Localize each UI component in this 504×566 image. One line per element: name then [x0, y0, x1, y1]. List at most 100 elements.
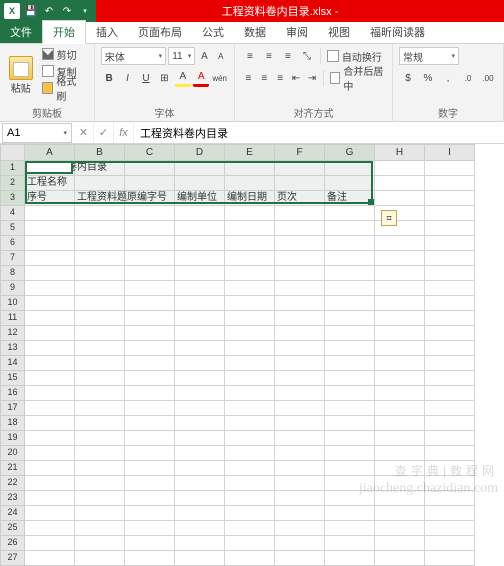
- row-header[interactable]: 3: [0, 191, 25, 206]
- cell[interactable]: [375, 311, 425, 326]
- cell[interactable]: [375, 341, 425, 356]
- select-all-corner[interactable]: [0, 144, 25, 161]
- column-header[interactable]: H: [375, 144, 425, 161]
- cell[interactable]: [325, 521, 375, 536]
- cell[interactable]: [425, 416, 475, 431]
- indent-dec-button[interactable]: ⇤: [289, 69, 304, 87]
- cell[interactable]: [175, 506, 225, 521]
- cell[interactable]: [375, 191, 425, 206]
- cell[interactable]: [125, 281, 175, 296]
- cell[interactable]: [125, 446, 175, 461]
- cell[interactable]: [175, 176, 225, 191]
- cell[interactable]: [275, 491, 325, 506]
- cell[interactable]: [75, 431, 125, 446]
- font-color-button[interactable]: A: [193, 69, 209, 87]
- cell[interactable]: [25, 326, 75, 341]
- qat-more-icon[interactable]: ▾: [78, 4, 92, 18]
- cell[interactable]: [75, 221, 125, 236]
- cut-button[interactable]: 剪切: [40, 46, 88, 62]
- cell[interactable]: [125, 221, 175, 236]
- cell[interactable]: [75, 491, 125, 506]
- cell[interactable]: [275, 161, 325, 176]
- cell[interactable]: [225, 491, 275, 506]
- cell[interactable]: [375, 356, 425, 371]
- cell[interactable]: [275, 476, 325, 491]
- cell[interactable]: [425, 506, 475, 521]
- cell[interactable]: [75, 356, 125, 371]
- cell[interactable]: [225, 476, 275, 491]
- cell[interactable]: [25, 551, 75, 566]
- cell[interactable]: [425, 521, 475, 536]
- cell[interactable]: [75, 446, 125, 461]
- cell[interactable]: 编制日期: [225, 191, 275, 206]
- cell[interactable]: [75, 281, 125, 296]
- cell[interactable]: [25, 446, 75, 461]
- cell[interactable]: [425, 236, 475, 251]
- cell[interactable]: [175, 311, 225, 326]
- cell[interactable]: [225, 416, 275, 431]
- cell[interactable]: [275, 371, 325, 386]
- column-header[interactable]: E: [225, 144, 275, 161]
- cell[interactable]: [275, 281, 325, 296]
- row-header[interactable]: 15: [0, 371, 25, 386]
- row-header[interactable]: 23: [0, 491, 25, 506]
- align-center-button[interactable]: ≡: [257, 69, 272, 87]
- cell[interactable]: [175, 431, 225, 446]
- worksheet-grid[interactable]: ABCDEFGHI1工程资料卷内目录2工程名称3序号工程资料题原编字号编制单位编…: [0, 144, 504, 566]
- cell[interactable]: [25, 266, 75, 281]
- cell[interactable]: [125, 311, 175, 326]
- cell[interactable]: [225, 281, 275, 296]
- cell[interactable]: [175, 476, 225, 491]
- column-header[interactable]: C: [125, 144, 175, 161]
- cell[interactable]: [275, 416, 325, 431]
- cell[interactable]: [425, 191, 475, 206]
- cell[interactable]: [425, 281, 475, 296]
- cell[interactable]: [225, 296, 275, 311]
- cell[interactable]: [175, 371, 225, 386]
- enter-icon[interactable]: ✓: [94, 123, 114, 143]
- name-box[interactable]: A1▾: [2, 123, 72, 143]
- cell[interactable]: [275, 266, 325, 281]
- cell[interactable]: [425, 251, 475, 266]
- row-header[interactable]: 7: [0, 251, 25, 266]
- cell[interactable]: [25, 296, 75, 311]
- cell[interactable]: [125, 371, 175, 386]
- cell[interactable]: [25, 416, 75, 431]
- row-header[interactable]: 24: [0, 506, 25, 521]
- app-icon[interactable]: X: [4, 3, 20, 19]
- cell[interactable]: [275, 506, 325, 521]
- cell[interactable]: [25, 221, 75, 236]
- cell[interactable]: [425, 296, 475, 311]
- align-middle-button[interactable]: ≡: [260, 47, 278, 65]
- cell[interactable]: [125, 251, 175, 266]
- cell[interactable]: [225, 311, 275, 326]
- indent-inc-button[interactable]: ⇥: [304, 69, 319, 87]
- cell[interactable]: [175, 326, 225, 341]
- shrink-font-button[interactable]: A: [214, 47, 228, 65]
- align-bottom-button[interactable]: ≡: [279, 47, 297, 65]
- cell[interactable]: [175, 341, 225, 356]
- cell[interactable]: [425, 176, 475, 191]
- tab-view[interactable]: 视图: [318, 21, 360, 43]
- cell[interactable]: [175, 491, 225, 506]
- cell[interactable]: [425, 206, 475, 221]
- cell[interactable]: [425, 356, 475, 371]
- cell[interactable]: [75, 266, 125, 281]
- cell[interactable]: [275, 386, 325, 401]
- cell[interactable]: [125, 551, 175, 566]
- cell[interactable]: [325, 446, 375, 461]
- cell[interactable]: [275, 251, 325, 266]
- row-header[interactable]: 17: [0, 401, 25, 416]
- row-header[interactable]: 27: [0, 551, 25, 566]
- italic-button[interactable]: I: [119, 69, 135, 87]
- cell[interactable]: [325, 326, 375, 341]
- row-header[interactable]: 20: [0, 446, 25, 461]
- wrap-text-button[interactable]: 自动换行: [325, 48, 384, 64]
- cell[interactable]: [75, 476, 125, 491]
- row-header[interactable]: 14: [0, 356, 25, 371]
- cell[interactable]: [275, 446, 325, 461]
- cell[interactable]: [375, 251, 425, 266]
- merge-center-button[interactable]: 合并后居中: [328, 70, 386, 86]
- tab-file[interactable]: 文件: [0, 21, 42, 43]
- cell[interactable]: [25, 206, 75, 221]
